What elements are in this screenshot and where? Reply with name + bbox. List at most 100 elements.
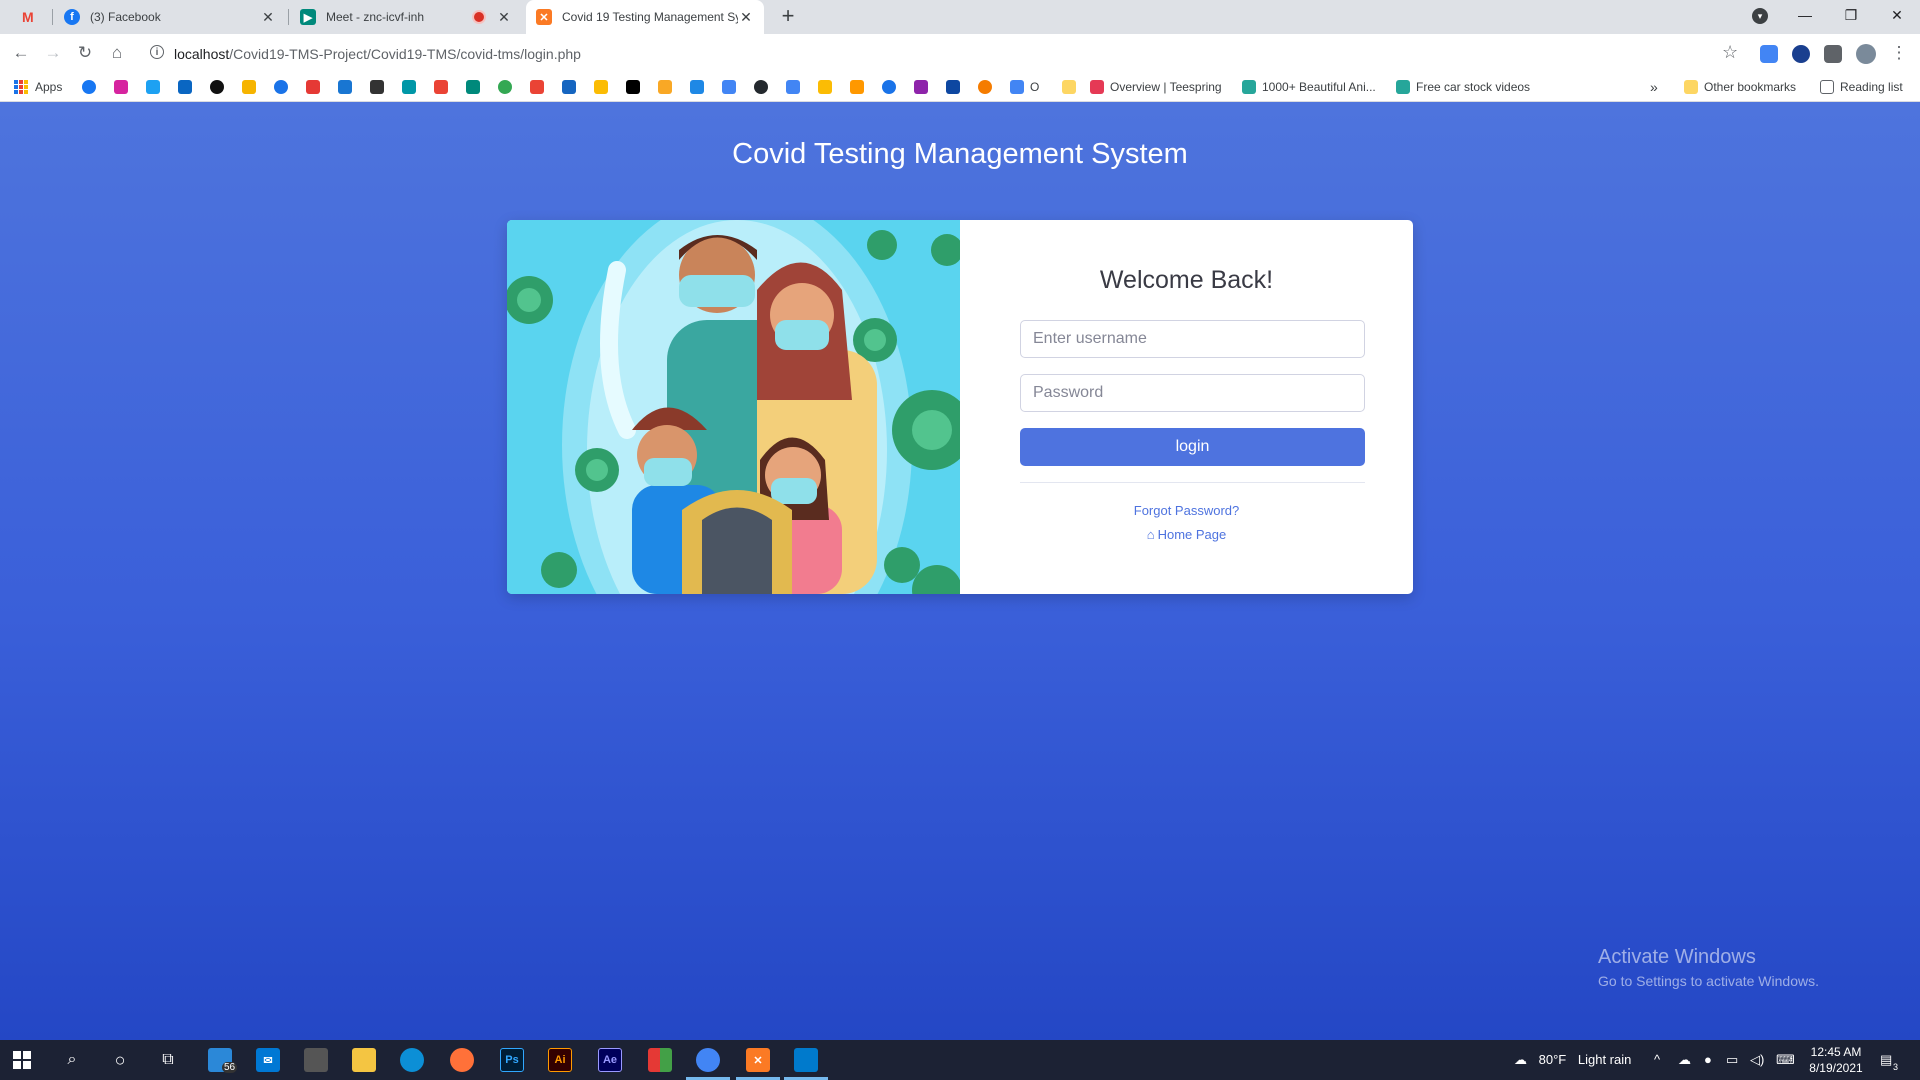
bookmark-icon[interactable] — [402, 80, 416, 94]
login-button[interactable]: login — [1020, 428, 1365, 466]
bookmark-beautiful[interactable]: 1000+ Beautiful Ani... — [1242, 79, 1376, 95]
folder-icon[interactable] — [1062, 80, 1076, 94]
system-clock[interactable]: 12:45 AM 8/19/2021 — [1806, 1044, 1866, 1076]
bookmark-icon[interactable] — [242, 80, 256, 94]
xampp-icon[interactable]: ✕ — [746, 1048, 770, 1072]
notification-center-icon[interactable]: ▤ — [1880, 1052, 1892, 1068]
windows-start-icon[interactable] — [10, 1048, 34, 1072]
bookmark-icon[interactable] — [370, 80, 384, 94]
password-input[interactable] — [1020, 374, 1365, 412]
username-input[interactable] — [1020, 320, 1365, 358]
onedrive-icon[interactable]: ☁ — [1678, 1052, 1691, 1068]
new-tab-button[interactable]: + — [776, 5, 800, 29]
bookmark-icon[interactable] — [274, 80, 288, 94]
close-icon[interactable]: ✕ — [496, 9, 512, 26]
linkedin-icon[interactable] — [178, 80, 192, 94]
twitter-icon[interactable] — [146, 80, 160, 94]
bookmark-star-icon[interactable]: ☆ — [1722, 42, 1738, 63]
tumblr-icon[interactable] — [210, 80, 224, 94]
vscode-icon[interactable] — [794, 1048, 818, 1072]
meet-icon[interactable] — [466, 80, 480, 94]
site-info-icon[interactable]: i — [150, 45, 164, 59]
bookmark-car-videos[interactable]: Free car stock videos — [1396, 79, 1530, 95]
tab-covid-tms[interactable]: ✕ Covid 19 Testing Management Sy ✕ — [526, 0, 764, 34]
window-close-button[interactable]: ✕ — [1874, 0, 1920, 30]
kebab-menu-icon[interactable]: ⋮ — [1886, 40, 1912, 66]
cortana-icon[interactable]: ○ — [108, 1048, 132, 1072]
translate-icon[interactable] — [722, 80, 736, 94]
tab-gmail[interactable]: M — [12, 0, 52, 34]
gmail-icon: M — [22, 9, 34, 25]
volume-icon[interactable]: ◁) — [1750, 1052, 1764, 1068]
search-icon[interactable]: ⌕ — [60, 1048, 84, 1072]
instagram-icon[interactable] — [114, 80, 128, 94]
bookmark-icon[interactable] — [562, 80, 576, 94]
facebook-icon[interactable] — [82, 80, 96, 94]
bookmark-icon[interactable] — [306, 80, 320, 94]
tab-search-icon[interactable]: ▾ — [1752, 8, 1768, 24]
gmail-icon[interactable] — [434, 80, 448, 94]
task-view-icon[interactable]: ⧉ — [156, 1048, 180, 1072]
bookmark-icon[interactable] — [978, 80, 992, 94]
photoshop-icon[interactable]: Ps — [500, 1048, 524, 1072]
close-icon[interactable]: ✕ — [738, 9, 754, 26]
home-page-link[interactable]: ⌂ Home Page — [960, 527, 1413, 542]
reading-list[interactable]: Reading list — [1820, 79, 1903, 95]
bookmark-icon[interactable] — [498, 80, 512, 94]
analytics-icon[interactable] — [690, 80, 704, 94]
drive-icon[interactable] — [594, 80, 608, 94]
store-icon[interactable] — [304, 1048, 328, 1072]
bookmark-label: Apps — [35, 80, 63, 94]
edge-icon[interactable] — [400, 1048, 424, 1072]
chrome-icon[interactable] — [696, 1048, 720, 1072]
keep-icon[interactable] — [818, 80, 832, 94]
app-icon[interactable] — [648, 1048, 672, 1072]
forgot-password-link[interactable]: Forgot Password? — [960, 503, 1413, 518]
more-bookmarks-chevron[interactable]: » — [1650, 79, 1658, 95]
bookmark-teespring[interactable]: Overview | Teespring — [1090, 79, 1222, 95]
bookmark-apps[interactable]: Apps — [14, 79, 62, 95]
welcome-heading: Welcome Back! — [1099, 266, 1274, 294]
bookmark-o[interactable]: O — [1010, 79, 1039, 95]
divider — [1020, 482, 1365, 483]
tray-chevron-icon[interactable]: ^ — [1654, 1052, 1660, 1067]
close-icon[interactable]: ✕ — [260, 9, 276, 26]
address-bar[interactable]: i localhost/Covid19-TMS-Project/Covid19-… — [144, 38, 1744, 68]
back-arrow-icon[interactable]: ← — [8, 40, 34, 66]
bookmark-label: Free car stock videos — [1416, 80, 1531, 94]
puzzle-icon[interactable] — [1824, 45, 1842, 63]
tab-meet[interactable]: ▶ Meet - znc-icvf-inh ✕ — [290, 0, 522, 34]
chevron-icon: » — [1650, 79, 1658, 95]
avatar[interactable] — [1856, 44, 1876, 64]
illustrator-icon[interactable]: Ai — [548, 1048, 572, 1072]
minimize-button[interactable]: — — [1782, 0, 1828, 30]
bookmark-icon[interactable] — [882, 80, 896, 94]
tab-strip: M f (3) Facebook ✕ ▶ Meet - znc-icvf-inh… — [0, 0, 1920, 34]
forward-arrow-icon[interactable]: → — [40, 40, 66, 66]
firefox-icon[interactable] — [450, 1048, 474, 1072]
bookmark-icon[interactable] — [658, 80, 672, 94]
after-effects-icon[interactable]: Ae — [598, 1048, 622, 1072]
github-icon[interactable] — [754, 80, 768, 94]
translate-icon[interactable] — [1760, 45, 1778, 63]
bookmark-icon[interactable] — [626, 80, 640, 94]
extension-icon[interactable] — [1792, 45, 1810, 63]
file-explorer-icon[interactable] — [352, 1048, 376, 1072]
restore-button[interactable]: ❐ — [1828, 0, 1874, 30]
mail-icon[interactable]: ✉ — [256, 1048, 280, 1072]
maps-icon[interactable] — [530, 80, 544, 94]
bookmark-icon[interactable] — [850, 80, 864, 94]
network-icon[interactable]: ▭ — [1726, 1052, 1738, 1068]
bookmark-icon[interactable] — [946, 80, 960, 94]
tab-facebook[interactable]: f (3) Facebook ✕ — [54, 0, 286, 34]
docs-icon[interactable] — [786, 80, 800, 94]
weather-widget[interactable]: ☁ 80°F Light rain — [1514, 1052, 1631, 1068]
reload-icon[interactable]: ↻ — [72, 40, 98, 66]
bookmark-icon[interactable] — [338, 80, 352, 94]
bookmark-icon[interactable] — [914, 80, 928, 94]
home-icon[interactable]: ⌂ — [104, 40, 130, 66]
url-text: localhost/Covid19-TMS-Project/Covid19-TM… — [174, 46, 581, 62]
keyboard-icon[interactable]: ⌨ — [1776, 1052, 1795, 1068]
bookmark-other[interactable]: Other bookmarks — [1684, 79, 1796, 95]
microphone-icon[interactable]: ● — [1704, 1052, 1712, 1067]
